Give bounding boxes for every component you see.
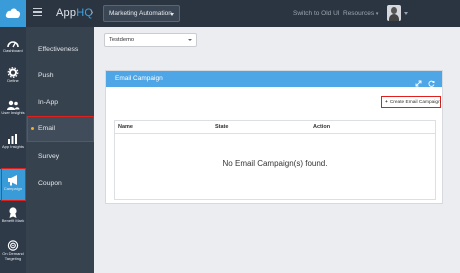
refresh-icon[interactable]	[428, 80, 435, 87]
badge-icon	[9, 207, 17, 218]
rail-item-dashboard[interactable]: Dashboard	[0, 35, 26, 65]
email-highlight-box	[27, 116, 94, 142]
panel-title: Email Campaign	[115, 75, 163, 82]
rail-item-benefit-mark[interactable]: Benefit Mark	[0, 204, 26, 234]
project-select[interactable]: Marketing Automation	[103, 5, 180, 22]
project-select-value: Marketing Automation	[109, 10, 172, 17]
breadcrumb-chevron-icon: ›	[90, 7, 94, 18]
speedometer-icon	[7, 41, 19, 48]
rail-item-define[interactable]: Define	[0, 64, 26, 94]
rail-item-user-insights[interactable]: User Insights	[0, 97, 26, 127]
chart-icon	[8, 134, 17, 144]
subnav-item-in-app[interactable]: In-App	[26, 90, 94, 116]
campaign-subnav: Effectiveness Push In-App Email Survey C…	[26, 27, 94, 273]
expand-icon[interactable]	[415, 80, 422, 87]
top-bar: AppHQ › Marketing Automation Switch to O…	[0, 0, 460, 27]
menu-toggle-icon[interactable]	[33, 8, 42, 17]
app-select-value: Testdemo	[109, 37, 135, 43]
users-icon	[7, 100, 20, 110]
column-header-action: Action	[313, 124, 331, 130]
icon-rail: Dashboard Define User Insights App Insig…	[0, 27, 26, 273]
create-email-campaign-button[interactable]: + Create Email Campaign	[381, 96, 441, 108]
avatar-caret-icon[interactable]	[404, 12, 408, 15]
panel-header: Email Campaign	[106, 71, 442, 87]
subnav-item-coupon[interactable]: Coupon	[26, 171, 94, 197]
campaign-table: Name State Action No Email Campaign(s) f…	[114, 120, 436, 200]
rail-item-app-insights[interactable]: App Insights	[0, 131, 26, 161]
target-icon	[7, 240, 19, 251]
rail-item-on-demand-targeting[interactable]: On Demand Targeting	[0, 237, 26, 267]
column-header-state[interactable]: State	[215, 124, 228, 130]
gear-icon	[7, 67, 19, 78]
subnav-item-effectiveness[interactable]: Effectiveness	[26, 37, 94, 63]
empty-table-message: No Email Campaign(s) found.	[222, 159, 328, 168]
table-header: Name State Action	[115, 121, 435, 134]
subnav-item-survey[interactable]: Survey	[26, 144, 94, 170]
resources-menu[interactable]: Resources ▾	[343, 10, 378, 17]
column-header-name[interactable]: Name	[118, 124, 133, 130]
app-logo[interactable]	[0, 0, 26, 27]
cloud-logo-icon	[5, 8, 21, 18]
app-select[interactable]: Testdemo	[104, 33, 197, 47]
plus-icon: +	[385, 100, 388, 105]
brand-title[interactable]: AppHQ	[56, 7, 93, 19]
switch-old-ui-link[interactable]: Switch to Old UI	[293, 10, 340, 17]
caret-down-icon	[188, 39, 192, 41]
subnav-item-push[interactable]: Push	[26, 63, 94, 89]
user-avatar[interactable]	[387, 5, 401, 21]
caret-down-icon	[170, 13, 174, 16]
campaign-highlight-box	[1, 168, 26, 201]
email-campaign-panel: Email Campaign + Create Email Campaign Na…	[105, 70, 443, 204]
